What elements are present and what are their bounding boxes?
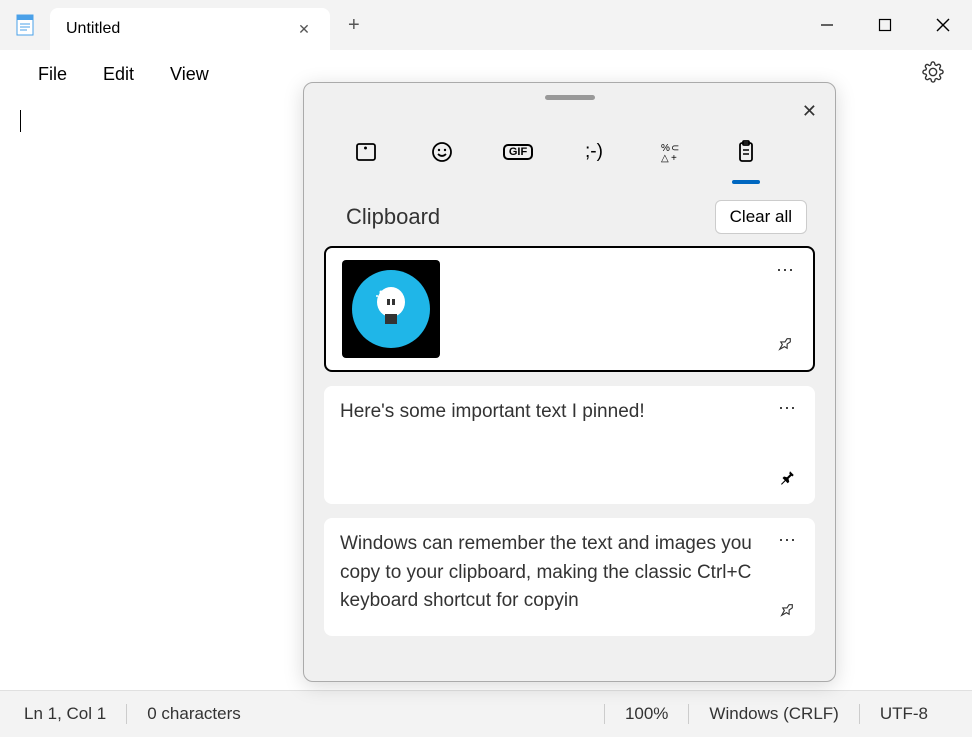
gear-icon (922, 61, 944, 83)
tab-kaomoji[interactable]: ;-) (572, 130, 616, 174)
pin-icon (778, 601, 796, 619)
more-button[interactable]: ⋯ (775, 530, 799, 551)
status-position: Ln 1, Col 1 (24, 704, 126, 724)
clip-text-content: Windows can remember the text and images… (340, 530, 799, 624)
text-cursor (20, 110, 21, 132)
pin-button[interactable] (775, 601, 799, 624)
clip-actions: ⋯ (775, 398, 799, 492)
titlebar: Untitled ✕ + (0, 0, 972, 50)
panel-header: Clipboard Clear all (304, 184, 835, 246)
panel-tabs: GIF ;-) %⊂△+ (304, 100, 835, 184)
tab-recent[interactable] (344, 130, 388, 174)
minimize-button[interactable] (798, 5, 856, 45)
panel-close-button[interactable]: ✕ (802, 101, 817, 122)
more-button[interactable]: ⋯ (775, 398, 799, 419)
clipboard-icon (734, 140, 758, 164)
emoji-icon (430, 140, 454, 164)
tab-title: Untitled (66, 20, 120, 38)
close-tab-icon[interactable]: ✕ (294, 19, 314, 39)
pin-filled-icon (778, 469, 796, 487)
settings-button[interactable] (914, 53, 952, 96)
clip-list[interactable]: ⋯ Here's some important text I pinned! ⋯… (304, 246, 835, 650)
status-characters: 0 characters (126, 704, 261, 724)
kaomoji-icon: ;-) (585, 141, 603, 163)
clip-text-content: Here's some important text I pinned! (340, 398, 799, 492)
clip-item[interactable]: Here's some important text I pinned! ⋯ (324, 386, 815, 504)
notepad-icon (15, 13, 35, 37)
clip-actions: ⋯ (773, 260, 797, 358)
clip-image-thumbnail (342, 260, 440, 358)
new-tab-button[interactable]: + (330, 14, 378, 37)
svg-text:+: + (671, 153, 677, 164)
close-window-button[interactable] (914, 5, 972, 45)
pin-button[interactable] (775, 469, 799, 492)
file-menu[interactable]: File (20, 58, 85, 91)
clip-item[interactable]: Windows can remember the text and images… (324, 518, 815, 636)
maximize-button[interactable] (856, 5, 914, 45)
pin-button[interactable] (773, 335, 797, 358)
edit-menu[interactable]: Edit (85, 58, 152, 91)
status-encoding[interactable]: UTF-8 (859, 704, 948, 724)
tab-clipboard[interactable] (724, 130, 768, 174)
maximize-icon (878, 18, 892, 32)
app-icon (0, 13, 50, 37)
more-button[interactable]: ⋯ (773, 260, 797, 281)
tab-emoji[interactable] (420, 130, 464, 174)
symbols-icon: %⊂△+ (658, 140, 682, 164)
recent-icon (354, 140, 378, 164)
panel-title: Clipboard (346, 204, 440, 230)
view-menu[interactable]: View (152, 58, 227, 91)
tab[interactable]: Untitled ✕ (50, 8, 330, 50)
clip-actions: ⋯ (775, 530, 799, 624)
clipboard-panel: ✕ GIF ;-) %⊂△+ Clipboard Clear all (303, 82, 836, 682)
close-icon (935, 17, 951, 33)
gif-icon: GIF (503, 144, 533, 160)
clip-item[interactable]: ⋯ (324, 246, 815, 372)
status-line-ending[interactable]: Windows (CRLF) (688, 704, 858, 724)
tab-gif[interactable]: GIF (496, 130, 540, 174)
clear-all-button[interactable]: Clear all (715, 200, 807, 234)
status-zoom[interactable]: 100% (604, 704, 688, 724)
statusbar: Ln 1, Col 1 0 characters 100% Windows (C… (0, 690, 972, 737)
tab-symbols[interactable]: %⊂△+ (648, 130, 692, 174)
pin-icon (776, 335, 794, 353)
minimize-icon (820, 18, 834, 32)
svg-text:△: △ (661, 153, 669, 164)
bulb-icon (371, 284, 411, 334)
window-controls (798, 5, 972, 45)
